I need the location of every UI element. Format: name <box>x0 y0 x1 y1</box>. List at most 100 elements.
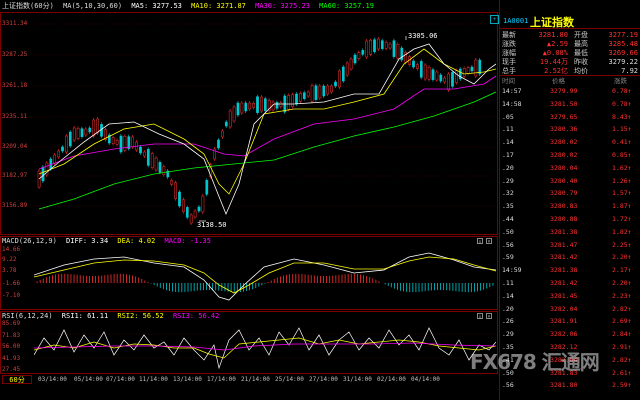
candle-body <box>322 85 326 97</box>
tick-row: .11 3281.42 2.20↑ <box>502 279 638 288</box>
chart-title: 上证指数 <box>2 2 30 10</box>
tick-row: .20 3282.04 2.82↑ <box>502 305 638 314</box>
x-date: 21/14:00 <box>241 376 270 383</box>
candle-body <box>76 128 80 139</box>
candle-body <box>240 102 244 114</box>
macd-settings-icon[interactable]: ▫ <box>477 238 483 245</box>
quote-row: 最新 3281.80 开盘 3277.19 <box>502 31 638 40</box>
candle-body <box>349 58 353 70</box>
candle-body <box>373 39 376 52</box>
quote-value: ▲2.59 <box>546 40 568 48</box>
candle-body <box>197 206 201 212</box>
tick-time: .35 <box>502 202 514 211</box>
tick-price: 3281.45 <box>550 291 578 300</box>
candle-body <box>318 85 322 99</box>
tick-time: .14 <box>502 138 514 147</box>
quote-row: 现手 19.44万 昨收 3279.22 <box>502 58 638 67</box>
candle-body <box>447 73 450 91</box>
tick-time: .05 <box>502 112 514 121</box>
quote-value: 3277.19 <box>608 31 638 39</box>
candle-body <box>53 154 57 164</box>
x-date: 31/14:00 <box>343 376 372 383</box>
rsi-ytick: 41.93 <box>2 355 21 362</box>
tick-row: 14:58 3281.50 0.78↑ <box>502 100 638 109</box>
candle-body <box>291 94 294 107</box>
tick-price: 3280.83 <box>550 202 578 211</box>
x-date: 11/14:00 <box>139 376 168 383</box>
quote-header: + 1A0001 上证指数 <box>490 14 640 29</box>
candle-body <box>310 85 314 102</box>
tick-change: 1.82↑ <box>612 227 632 236</box>
tick-time: .29 <box>502 176 514 185</box>
tick-time: .29 <box>502 330 514 339</box>
candle-body <box>470 66 474 72</box>
candle-body <box>65 135 68 153</box>
kline-ytick: 3235.11 <box>2 113 28 120</box>
candle-body <box>143 151 146 157</box>
candle-body <box>256 96 259 113</box>
candle-body <box>302 92 306 99</box>
quote-label: 昨收 <box>574 58 588 66</box>
tick-price: 3280.36 <box>550 125 578 134</box>
quote-row: 涨跌 ▲2.59 最高 3285.48 <box>502 40 638 49</box>
kline-ytick: 3209.04 <box>2 143 28 150</box>
rsi-close-icon[interactable]: × <box>486 313 492 320</box>
expand-icon[interactable]: + <box>490 15 499 24</box>
candle-body <box>228 110 232 128</box>
macd-ytick: 9.22 <box>2 256 17 263</box>
tick-row: .59 3281.42 2.20↑ <box>502 253 638 262</box>
ma60-value: MA60: 3257.19 <box>319 2 374 10</box>
candle-body <box>92 119 96 137</box>
tick-time: .20 <box>502 304 514 313</box>
candle-body <box>224 121 228 127</box>
candle-body <box>123 136 127 151</box>
candle-body <box>474 59 478 77</box>
candle-body <box>158 162 162 173</box>
tick-row: .26 3281.91 2.69↑ <box>502 317 638 326</box>
rsi-ytick: 27.45 <box>2 366 21 373</box>
tick-change: 1.26↑ <box>612 176 632 185</box>
tick-change: 2.20↑ <box>612 253 632 262</box>
macd-ytick: 3.78 <box>2 267 17 274</box>
tick-price: 3282.06 <box>550 330 578 339</box>
tick-time: .56 <box>502 240 514 249</box>
candle-body <box>380 40 384 49</box>
tick-row: .05 3279.65 8.43↑ <box>502 113 638 122</box>
quote-label: 涨幅 <box>502 49 516 57</box>
tick-time: 14:57 <box>502 87 522 95</box>
candle-body <box>466 67 470 74</box>
kline-ytick: 3311.34 <box>2 20 28 27</box>
tick-time: 14:58 <box>502 99 522 108</box>
candle-body <box>260 96 263 112</box>
tick-col-change: 涨跌 <box>614 77 627 85</box>
tick-price: 3281.47 <box>550 240 578 249</box>
kline-ytick: 3156.89 <box>2 202 28 209</box>
candle-body <box>185 207 189 218</box>
tick-time: .14 <box>502 291 514 300</box>
rsi-settings-icon[interactable]: ▫ <box>477 313 483 320</box>
period-tag[interactable]: 60分 <box>2 375 32 384</box>
macd-dea: DEA: 4.02 <box>117 237 156 245</box>
tick-change: 2.20↑ <box>612 279 632 287</box>
candle-body <box>299 93 302 102</box>
macd-close-icon[interactable]: × <box>486 238 492 245</box>
candle-body <box>338 70 341 88</box>
candle-body <box>182 199 185 212</box>
quote-panel: + 1A0001 上证指数 最新 3281.80 开盘 3277.19 涨跌 ▲2.59 最… <box>490 0 640 400</box>
tick-time: .44 <box>502 215 514 223</box>
candle-body <box>330 85 333 93</box>
tick-row: .14 3281.45 2.23↑ <box>502 292 638 301</box>
candle-body <box>353 54 357 64</box>
tick-change: 0.78↑ <box>612 87 632 95</box>
candle-body <box>412 60 415 68</box>
tick-price: 3281.80 <box>550 381 578 390</box>
tick-price: 3281.91 <box>550 317 578 326</box>
candle-body <box>306 91 310 97</box>
tick-change: 2.91↑ <box>612 343 632 351</box>
tick-time: .32 <box>502 189 514 198</box>
tick-row: .29 3282.06 2.84↑ <box>502 330 638 339</box>
x-date: 13/14:00 <box>173 376 202 383</box>
x-date: 25/14:00 <box>275 376 304 383</box>
candle-body <box>119 135 123 153</box>
candle-body <box>287 95 291 110</box>
